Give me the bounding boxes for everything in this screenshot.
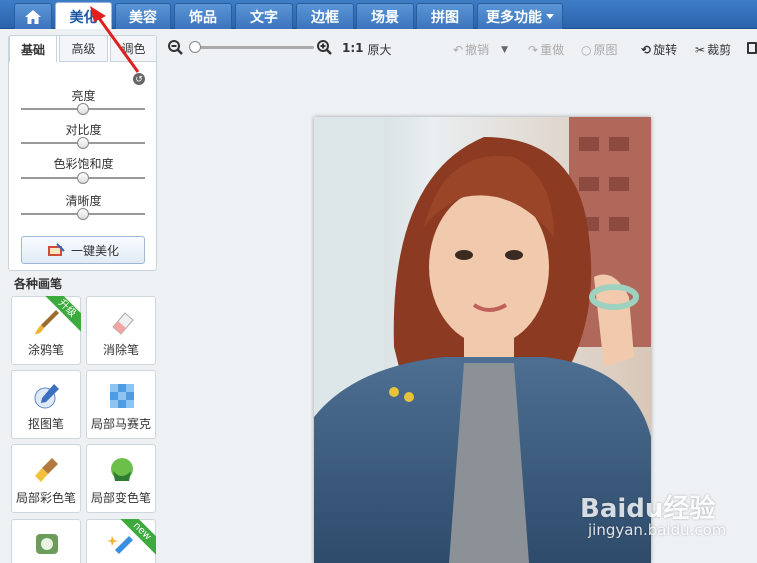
undo-dropdown-icon[interactable]: ▼ — [501, 45, 508, 55]
home-icon — [25, 9, 41, 24]
saturation-label: 色彩饱和度 — [53, 157, 114, 171]
doodle-pen-tool[interactable]: 升级 涂鸦笔 — [11, 296, 81, 365]
frame-tool[interactable] — [11, 519, 81, 563]
top-nav: 美化 美容 饰品 文字 边框 场景 拼图 更多功能 — [0, 0, 757, 30]
slider-knob[interactable] — [77, 208, 89, 220]
adjust-panel: 基础 高级 调色 ↺ 亮度 对比度 色彩饱和度 清晰度 一键美化 — [8, 35, 157, 271]
tab-border[interactable]: 边框 — [296, 3, 354, 29]
save-icon[interactable] — [747, 42, 757, 54]
tab-beautify[interactable]: 美化 — [55, 2, 112, 30]
subtab-basic[interactable]: 基础 — [9, 36, 57, 62]
undo-icon: ↶ — [453, 42, 464, 57]
tab-more-features[interactable]: 更多功能 — [477, 3, 563, 29]
redo-button[interactable]: ↷ 重做 — [528, 41, 564, 58]
partial-recolor-pen-tool[interactable]: 局部变色笔 — [86, 444, 156, 513]
contrast-label: 对比度 — [65, 123, 102, 137]
slider-knob[interactable] — [77, 137, 89, 149]
subtab-advanced[interactable]: 高级 — [59, 36, 108, 62]
magic-wand-icon — [47, 243, 65, 256]
tab-collage[interactable]: 拼图 — [416, 3, 474, 29]
color-brush-icon — [35, 458, 58, 482]
chevron-down-icon — [546, 14, 554, 19]
redo-icon: ↷ — [528, 42, 539, 57]
home-button[interactable] — [14, 3, 52, 29]
zoom-out-icon[interactable] — [168, 40, 183, 55]
frame-icon — [36, 534, 58, 554]
brightness-slider[interactable] — [21, 103, 145, 115]
new-badge: new — [120, 519, 156, 555]
rotate-icon: ⟲ — [641, 42, 652, 57]
slider-knob[interactable] — [77, 103, 89, 115]
eraser-icon — [112, 312, 134, 335]
partial-mosaic-tool[interactable]: 局部马赛克 — [86, 370, 156, 439]
zoom-slider-knob[interactable] — [189, 41, 201, 53]
saturation-slider[interactable] — [21, 172, 145, 184]
upgrade-badge: 升级 — [45, 296, 81, 332]
watermark-brand: Baidu经验 — [580, 494, 716, 524]
rotate-button[interactable]: ⟲ 旋转 — [641, 41, 677, 58]
zoom-slider[interactable] — [196, 46, 314, 49]
subtab-color[interactable]: 调色 — [110, 36, 157, 62]
cutout-pen-tool[interactable]: 抠图笔 — [11, 370, 81, 439]
crop-button[interactable]: ✂ 裁剪 — [695, 41, 731, 58]
cutout-pen-icon — [34, 384, 59, 409]
left-panel: 基础 高级 调色 ↺ 亮度 对比度 色彩饱和度 清晰度 一键美化 各种画笔 升级… — [0, 29, 163, 563]
one-click-beautify-button[interactable]: 一键美化 — [21, 236, 145, 264]
original-button[interactable]: ○ 原图 — [581, 41, 618, 58]
reset-icon[interactable]: ↺ — [133, 73, 145, 85]
brushes-title: 各种画笔 — [14, 277, 63, 291]
partial-color-pen-tool[interactable]: 局部彩色笔 — [11, 444, 81, 513]
contrast-slider[interactable] — [21, 137, 145, 149]
color-change-icon — [111, 458, 133, 481]
mosaic-icon — [110, 384, 134, 408]
watermark-url: jingyan.baidu.com — [588, 521, 727, 539]
sharpness-label: 清晰度 — [65, 194, 102, 208]
sharpness-slider[interactable] — [21, 208, 145, 220]
zoom-in-icon[interactable] — [317, 40, 332, 55]
magic-pen-tool[interactable]: new — [86, 519, 156, 563]
tab-beauty[interactable]: 美容 — [115, 3, 171, 29]
original-icon: ○ — [581, 42, 592, 57]
undo-button[interactable]: ↶ 撤销 ▼ — [453, 41, 508, 58]
actual-size-control[interactable]: 1:1 原大 — [342, 41, 392, 58]
slider-knob[interactable] — [77, 172, 89, 184]
tab-accessories[interactable]: 饰品 — [174, 3, 232, 29]
brightness-label: 亮度 — [71, 89, 96, 103]
eraser-pen-tool[interactable]: 消除笔 — [86, 296, 156, 365]
tab-text[interactable]: 文字 — [235, 3, 293, 29]
scissors-icon: ✂ — [695, 42, 706, 57]
tab-scene[interactable]: 场景 — [356, 3, 414, 29]
